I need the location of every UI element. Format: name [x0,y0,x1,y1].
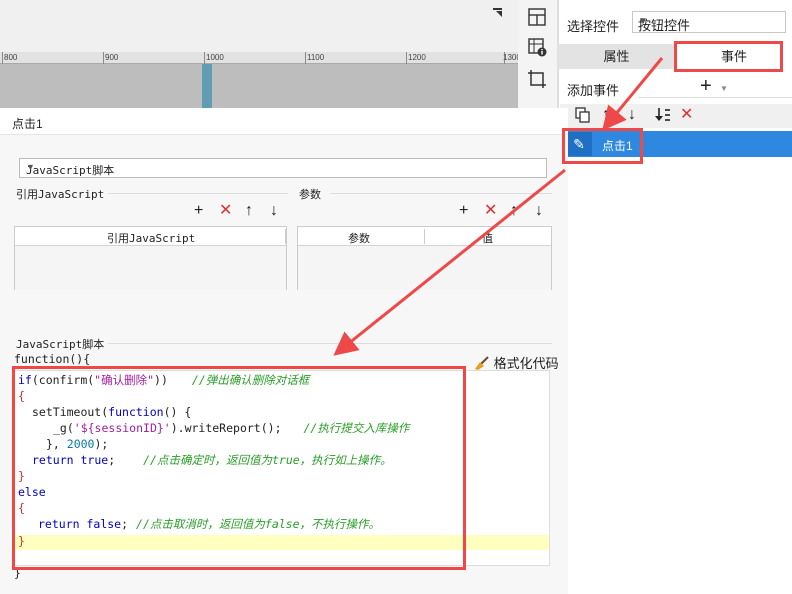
divider [108,343,552,344]
copy-icon[interactable] [574,106,592,129]
script-type-select[interactable]: JavaScript脚本 ▼ [19,158,547,178]
widget-info-icon[interactable] [526,36,548,58]
column-divider [285,229,286,244]
dialog-title-bar [0,108,568,135]
column-header: 值 [482,233,493,245]
broom-icon [474,356,490,370]
move-bottom-icon[interactable] [654,106,672,129]
ref-js-section-label: 引用JavaScript [16,188,105,201]
crop-frame-icon[interactable] [526,68,548,90]
designer-canvas-top [0,0,518,52]
ruler-label: 900 [105,53,119,62]
widget-select[interactable]: 按钮控件 ▼ [632,11,786,33]
resize-corner-icon[interactable] [492,6,506,18]
move-down-icon[interactable]: ↓ [628,106,636,124]
event-toolbar [560,104,792,128]
move-down-param-button[interactable]: ↓ [535,202,543,220]
ruler-label: 1000 [206,53,224,62]
horizontal-ruler [0,52,518,64]
chevron-down-icon: ▼ [26,162,35,172]
ruler-tick [305,52,306,64]
ruler-tick [2,52,3,64]
dropdown-arrow-icon[interactable]: ▼ [720,84,728,93]
ruler-label: 1100 [307,53,325,62]
delete-ref-button[interactable]: ✕ [219,202,232,220]
format-code-label: 格式化代码 [493,356,559,371]
param-table[interactable]: 参数 值 [297,226,552,290]
ruler-tick [103,52,104,64]
tab-attributes[interactable]: 属性 [558,44,675,69]
annotation-box-events-tab [674,41,783,72]
table-body [298,246,551,290]
ruler-label: 800 [4,53,18,62]
ruler-tick [406,52,407,64]
table-header: 引用JavaScript [15,227,286,246]
annotation-box-event-item [562,128,643,164]
annotation-box-code [12,366,466,570]
ruler-tick [204,52,205,64]
function-open: function(){ [14,352,91,366]
add-ref-button[interactable]: + [194,202,203,220]
delete-param-button[interactable]: ✕ [484,202,497,220]
delete-icon[interactable]: ✕ [680,106,693,124]
add-event-label: 添加事件 [567,83,620,98]
table-header: 参数 值 [298,227,551,246]
ruler-label: 1200 [408,53,426,62]
param-section-label: 参数 [299,189,321,201]
divider [330,193,552,194]
select-widget-label: 选择控件 [567,19,620,34]
column-divider [424,229,425,244]
move-up-icon[interactable]: ↑ [602,106,610,124]
column-header: 引用JavaScript [107,232,196,245]
column-header: 参数 [348,233,370,245]
chevron-down-icon: ▼ [638,16,648,27]
move-up-ref-button[interactable]: ↑ [245,202,253,220]
divider [108,193,288,194]
add-param-button[interactable]: + [459,202,468,220]
ref-js-table[interactable]: 引用JavaScript [14,226,287,290]
dialog-title: 点击1 [12,117,43,131]
table-body [15,246,286,290]
ruler-selection-marker [202,64,212,108]
add-event-button[interactable]: + [700,76,712,96]
move-down-ref-button[interactable]: ↓ [270,202,278,220]
move-up-param-button[interactable]: ↑ [510,202,518,220]
script-section-label: JavaScript脚本 [16,338,105,351]
divider [638,97,792,98]
layout-grid-icon[interactable] [526,6,548,28]
